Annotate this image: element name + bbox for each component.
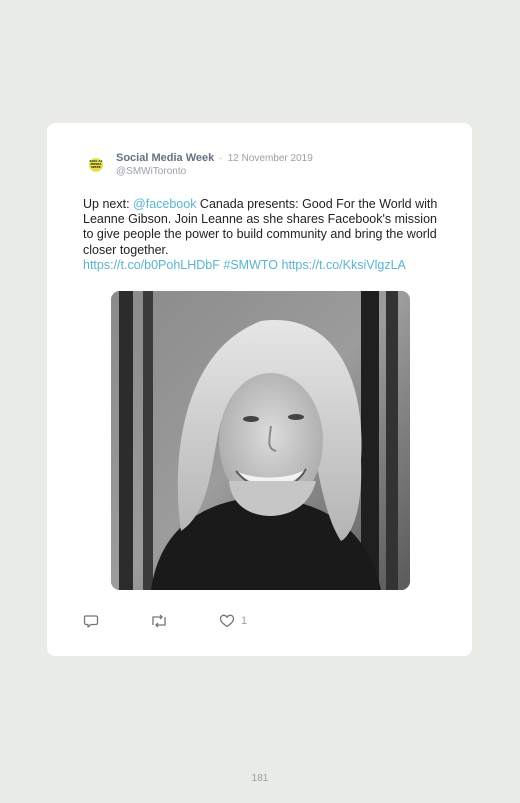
tweet-actions: 1: [83, 612, 283, 630]
header-separator: ·: [219, 153, 223, 164]
like-button[interactable]: 1: [219, 612, 247, 630]
tweet-link-1[interactable]: https://t.co/b0PohLHDbF: [83, 258, 220, 272]
retweet-button[interactable]: [150, 612, 168, 630]
mention-link[interactable]: @facebook: [133, 197, 196, 211]
tweet-text-intro: Up next:: [83, 197, 134, 211]
tweet-text: Up next: @facebook Canada presents: Good…: [83, 197, 443, 273]
avatar[interactable]: SOCI AL MEDIA WEEK: [88, 157, 104, 173]
reply-icon: [83, 615, 99, 628]
page-number: 181: [251, 773, 269, 784]
like-count: 1: [241, 615, 248, 627]
hashtag-link[interactable]: #SMWTO: [223, 258, 278, 272]
tweet-date[interactable]: 12 November 2019: [228, 153, 313, 164]
author-name[interactable]: Social Media Week: [116, 152, 214, 164]
avatar-logo: SOCI AL MEDIA WEEK: [89, 158, 103, 172]
tweet-card: SOCI AL MEDIA WEEK Social Media Week · 1…: [47, 123, 472, 656]
portrait-image: [111, 291, 410, 590]
tweet-photo[interactable]: [111, 291, 410, 590]
retweet-icon: [152, 614, 166, 628]
author-handle[interactable]: @SMWiToronto: [116, 166, 186, 177]
heart-icon: [219, 614, 235, 628]
reply-button[interactable]: [83, 612, 99, 630]
tweet-header: Social Media Week · 12 November 2019: [116, 152, 313, 164]
tweet-link-2[interactable]: https://t.co/KksiVlgzLA: [282, 258, 406, 272]
